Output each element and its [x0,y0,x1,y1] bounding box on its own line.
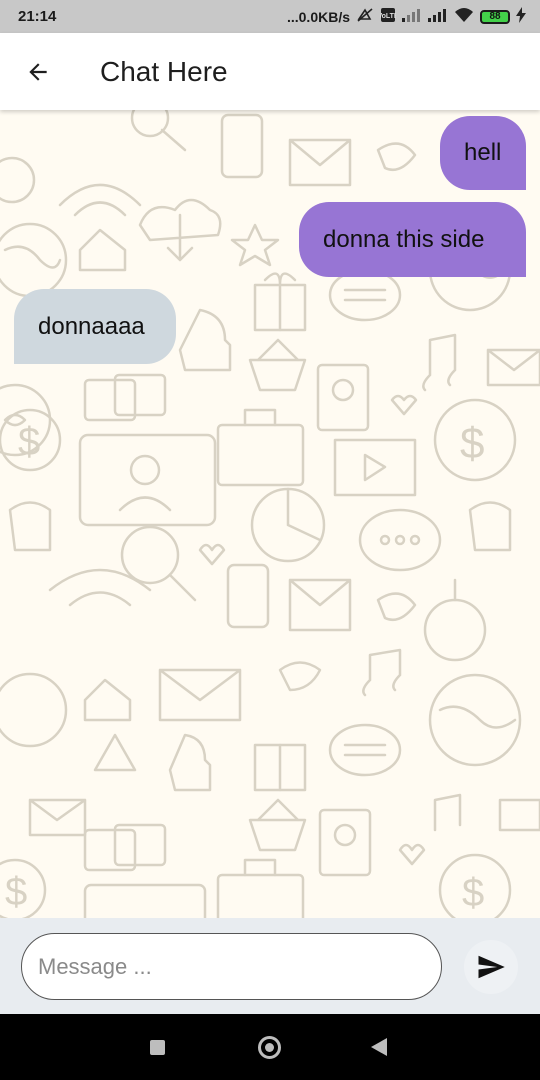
svg-text:$: $ [462,871,484,915]
svg-text:$: $ [5,870,27,914]
recents-button[interactable] [150,1040,165,1055]
status-bar: 21:14 ...0.0KB/s VoLTE 88 [0,0,540,33]
back-button[interactable] [18,52,58,92]
system-nav-bar [0,1014,540,1080]
status-icons: ...0.0KB/s VoLTE 88 [286,6,526,27]
volte-icon: VoLTE [377,7,399,27]
wifi-icon [454,7,474,27]
battery-level: 88 [489,11,501,22]
svg-text:$: $ [460,419,484,468]
message-text: hell [464,139,502,166]
signal-icon [402,8,422,26]
charging-icon [516,6,526,27]
message-input[interactable] [21,933,442,1000]
status-time: 21:14 [18,8,57,25]
send-icon [478,955,505,979]
message-text: donnaaaa [38,312,145,340]
message-bubble-sent[interactable]: donna this side [299,202,526,277]
page-title: Chat Here [100,55,228,87]
message-bubble-sent[interactable]: hell [440,116,526,190]
composer-bar [0,918,540,1014]
chat-area[interactable]: $ $ $ $ hell donna this side donnaaaa [0,110,540,918]
battery-icon: 88 [480,9,510,24]
mute-icon [356,7,374,27]
signal-icon [428,8,448,26]
app-bar: Chat Here [0,33,540,110]
home-button[interactable] [258,1036,281,1059]
svg-text:$: $ [18,420,40,464]
svg-text:VoLTE: VoLTE [380,13,396,20]
message-text: donna this side [323,225,485,253]
arrow-left-icon [29,62,47,81]
send-button[interactable] [464,940,518,994]
message-bubble-received[interactable]: donnaaaa [14,289,176,364]
system-back-button[interactable] [371,1038,387,1056]
network-speed: ...0.0KB/s [286,8,350,25]
